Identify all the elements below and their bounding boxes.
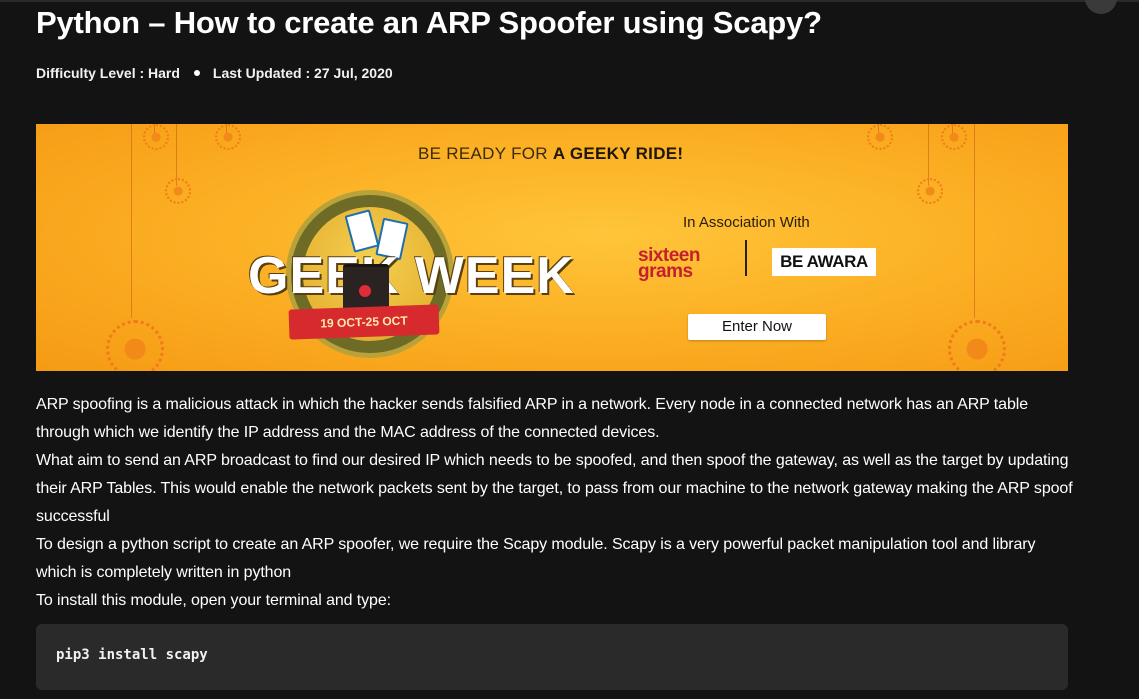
partner-1-line2: grams [638,261,693,282]
sixteen-grams-logo: sixteen grams [638,246,728,282]
partner-divider [745,240,747,276]
decor-string [176,124,177,186]
article-paragraph: To install this module, open your termin… [36,592,391,609]
article-meta: Difficulty Level : Hard Last Updated : 2… [36,63,393,83]
decor-flower-icon [941,124,967,150]
article-body: ARP spoofing is a malicious attack in wh… [36,391,1076,615]
banner-tagline: BE READY FOR A GEEKY RIDE! [418,144,683,164]
decor-string [974,124,975,318]
difficulty-level: Difficulty Level : Hard [36,65,180,81]
scroll-top-button[interactable] [1085,0,1117,14]
separator-dot [193,70,200,76]
article-paragraph: To design a python script to create an A… [36,536,1036,581]
geek-week-banner[interactable]: BE READY FOR A GEEKY RIDE! GEEK WEEK 19 … [36,124,1068,371]
top-border [0,0,1139,2]
decor-string [131,124,132,318]
enter-now-button[interactable]: Enter Now [688,314,826,340]
page-title: Python – How to create an ARP Spoofer us… [36,5,822,40]
decor-flower-icon [165,178,191,204]
last-updated: Last Updated : 27 Jul, 2020 [212,65,393,81]
article-paragraph: What aim to send an ARP broadcast to fin… [36,452,1073,525]
decor-flower-icon [143,124,169,150]
decor-string [928,124,929,186]
code-text: pip3 install scapy [56,647,208,663]
decor-flower-icon [917,178,943,204]
play-icon [359,285,371,297]
association-label: In Association With [683,214,810,231]
article-paragraph: ARP spoofing is a malicious attack in wh… [36,396,1028,441]
tagline-emphasis: A GEEKY RIDE! [552,144,684,163]
event-name: GEEK WEEK [248,247,575,305]
tagline-prefix: BE READY FOR [418,144,548,163]
decor-flower-icon [867,124,893,150]
be-awara-logo: BE AWARA [772,248,876,276]
code-block[interactable]: pip3 install scapy [36,624,1068,690]
decor-flower-icon [948,320,1006,371]
decor-flower-icon [106,320,164,371]
decor-flower-icon [215,124,241,150]
event-dates: 19 OCT-25 OCT [288,304,440,340]
